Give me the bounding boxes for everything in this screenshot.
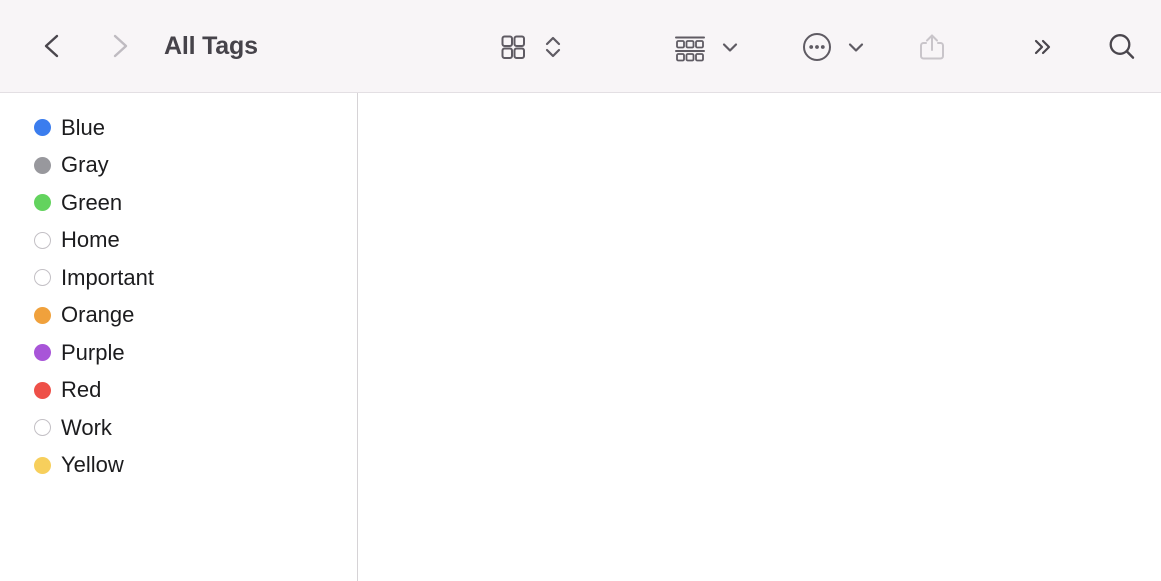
actions-button[interactable]	[796, 25, 870, 69]
window-toolbar: All Tags	[0, 0, 1161, 93]
tag-label: Gray	[61, 152, 109, 178]
chevron-right-icon	[107, 31, 133, 61]
tag-label: Purple	[61, 339, 125, 365]
window-content: Blue Gray Green Home Important Orange Pu…	[0, 93, 1161, 581]
share-icon	[915, 29, 949, 65]
tag-color-dot	[34, 419, 51, 437]
tags-sidebar: Blue Gray Green Home Important Orange Pu…	[0, 93, 358, 581]
actions-chevron-down-icon[interactable]	[846, 37, 866, 57]
tag-color-dot	[34, 381, 51, 399]
forward-button[interactable]	[98, 24, 142, 68]
tag-label: Yellow	[61, 452, 124, 478]
tag-color-dot	[34, 269, 51, 287]
list-item[interactable]: Home	[0, 222, 357, 260]
finder-window: All Tags Blue Gray Green Home Important …	[0, 0, 1161, 581]
list-item[interactable]: Gray	[0, 147, 357, 185]
toolbar-right-group	[911, 0, 1143, 93]
group-items-icon	[672, 30, 708, 64]
tag-label: Blue	[61, 114, 106, 140]
list-item[interactable]: Important	[0, 259, 357, 297]
tag-color-dot	[34, 231, 51, 249]
list-item[interactable]: Blue	[0, 109, 357, 147]
search-button[interactable]	[1101, 25, 1143, 69]
view-stepper-icon[interactable]	[544, 30, 562, 64]
tag-label: Green	[61, 189, 123, 215]
tag-label: Work	[61, 414, 112, 440]
chevron-left-icon	[39, 31, 65, 61]
tag-color-dot	[34, 306, 51, 324]
ellipsis-circle-icon	[800, 30, 834, 64]
search-icon	[1105, 30, 1139, 64]
toolbar-center-group	[492, 0, 870, 93]
list-item[interactable]: Purple	[0, 334, 357, 372]
view-mode-button[interactable]	[492, 25, 566, 69]
detail-pane[interactable]	[358, 93, 1161, 581]
tag-label: Orange	[61, 302, 135, 328]
tag-list: Blue Gray Green Home Important Orange Pu…	[0, 109, 357, 484]
grid-view-icon	[496, 30, 530, 64]
tag-color-dot	[34, 456, 51, 474]
share-button[interactable]	[911, 25, 953, 69]
list-item[interactable]: Orange	[0, 297, 357, 335]
list-item[interactable]: Work	[0, 409, 357, 447]
tag-label: Important	[61, 264, 154, 290]
tag-color-dot	[34, 194, 51, 212]
back-button[interactable]	[30, 24, 74, 68]
list-item[interactable]: Red	[0, 372, 357, 410]
list-item[interactable]: Yellow	[0, 447, 357, 485]
tag-label: Red	[61, 377, 102, 403]
toolbar-overflow-button[interactable]	[1025, 25, 1061, 69]
group-by-button[interactable]	[668, 25, 744, 69]
double-chevron-right-icon	[1029, 32, 1057, 62]
list-item[interactable]: Green	[0, 184, 357, 222]
tag-color-dot	[34, 119, 51, 137]
group-chevron-down-icon[interactable]	[720, 37, 740, 57]
navigation-group: All Tags	[30, 24, 258, 68]
tag-color-dot	[34, 156, 51, 174]
tag-label: Home	[61, 227, 120, 253]
tag-color-dot	[34, 344, 51, 362]
page-title: All Tags	[164, 31, 258, 60]
